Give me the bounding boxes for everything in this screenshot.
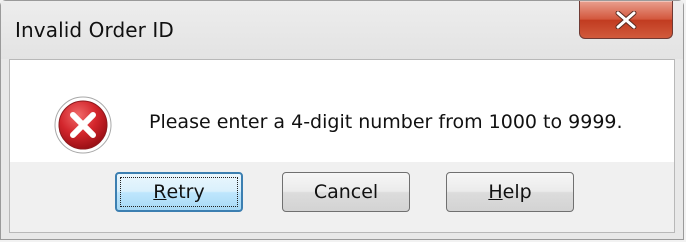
help-mnemonic: H [488, 181, 503, 203]
error-message: Please enter a 4-digit number from 1000 … [149, 111, 623, 133]
cancel-label: Cancel [313, 181, 379, 203]
retry-label-rest: etry [166, 181, 205, 203]
dialog-window: Invalid Order ID Please enter a 4-digit … [0, 0, 684, 240]
close-icon [615, 10, 637, 29]
message-area: Please enter a 4-digit number from 1000 … [10, 60, 674, 162]
dialog-body: Please enter a 4-digit number from 1000 … [9, 59, 675, 233]
retry-mnemonic: R [153, 181, 167, 203]
close-button[interactable] [579, 1, 673, 39]
retry-button[interactable]: Retry [115, 172, 243, 212]
cancel-button[interactable]: Cancel [282, 172, 410, 212]
dialog-title: Invalid Order ID [15, 18, 174, 42]
error-icon [54, 96, 112, 154]
title-bar[interactable]: Invalid Order ID [1, 1, 683, 59]
help-button[interactable]: Help [446, 172, 574, 212]
help-label-rest: elp [502, 181, 532, 203]
button-bar: Retry Cancel Help [10, 162, 674, 232]
